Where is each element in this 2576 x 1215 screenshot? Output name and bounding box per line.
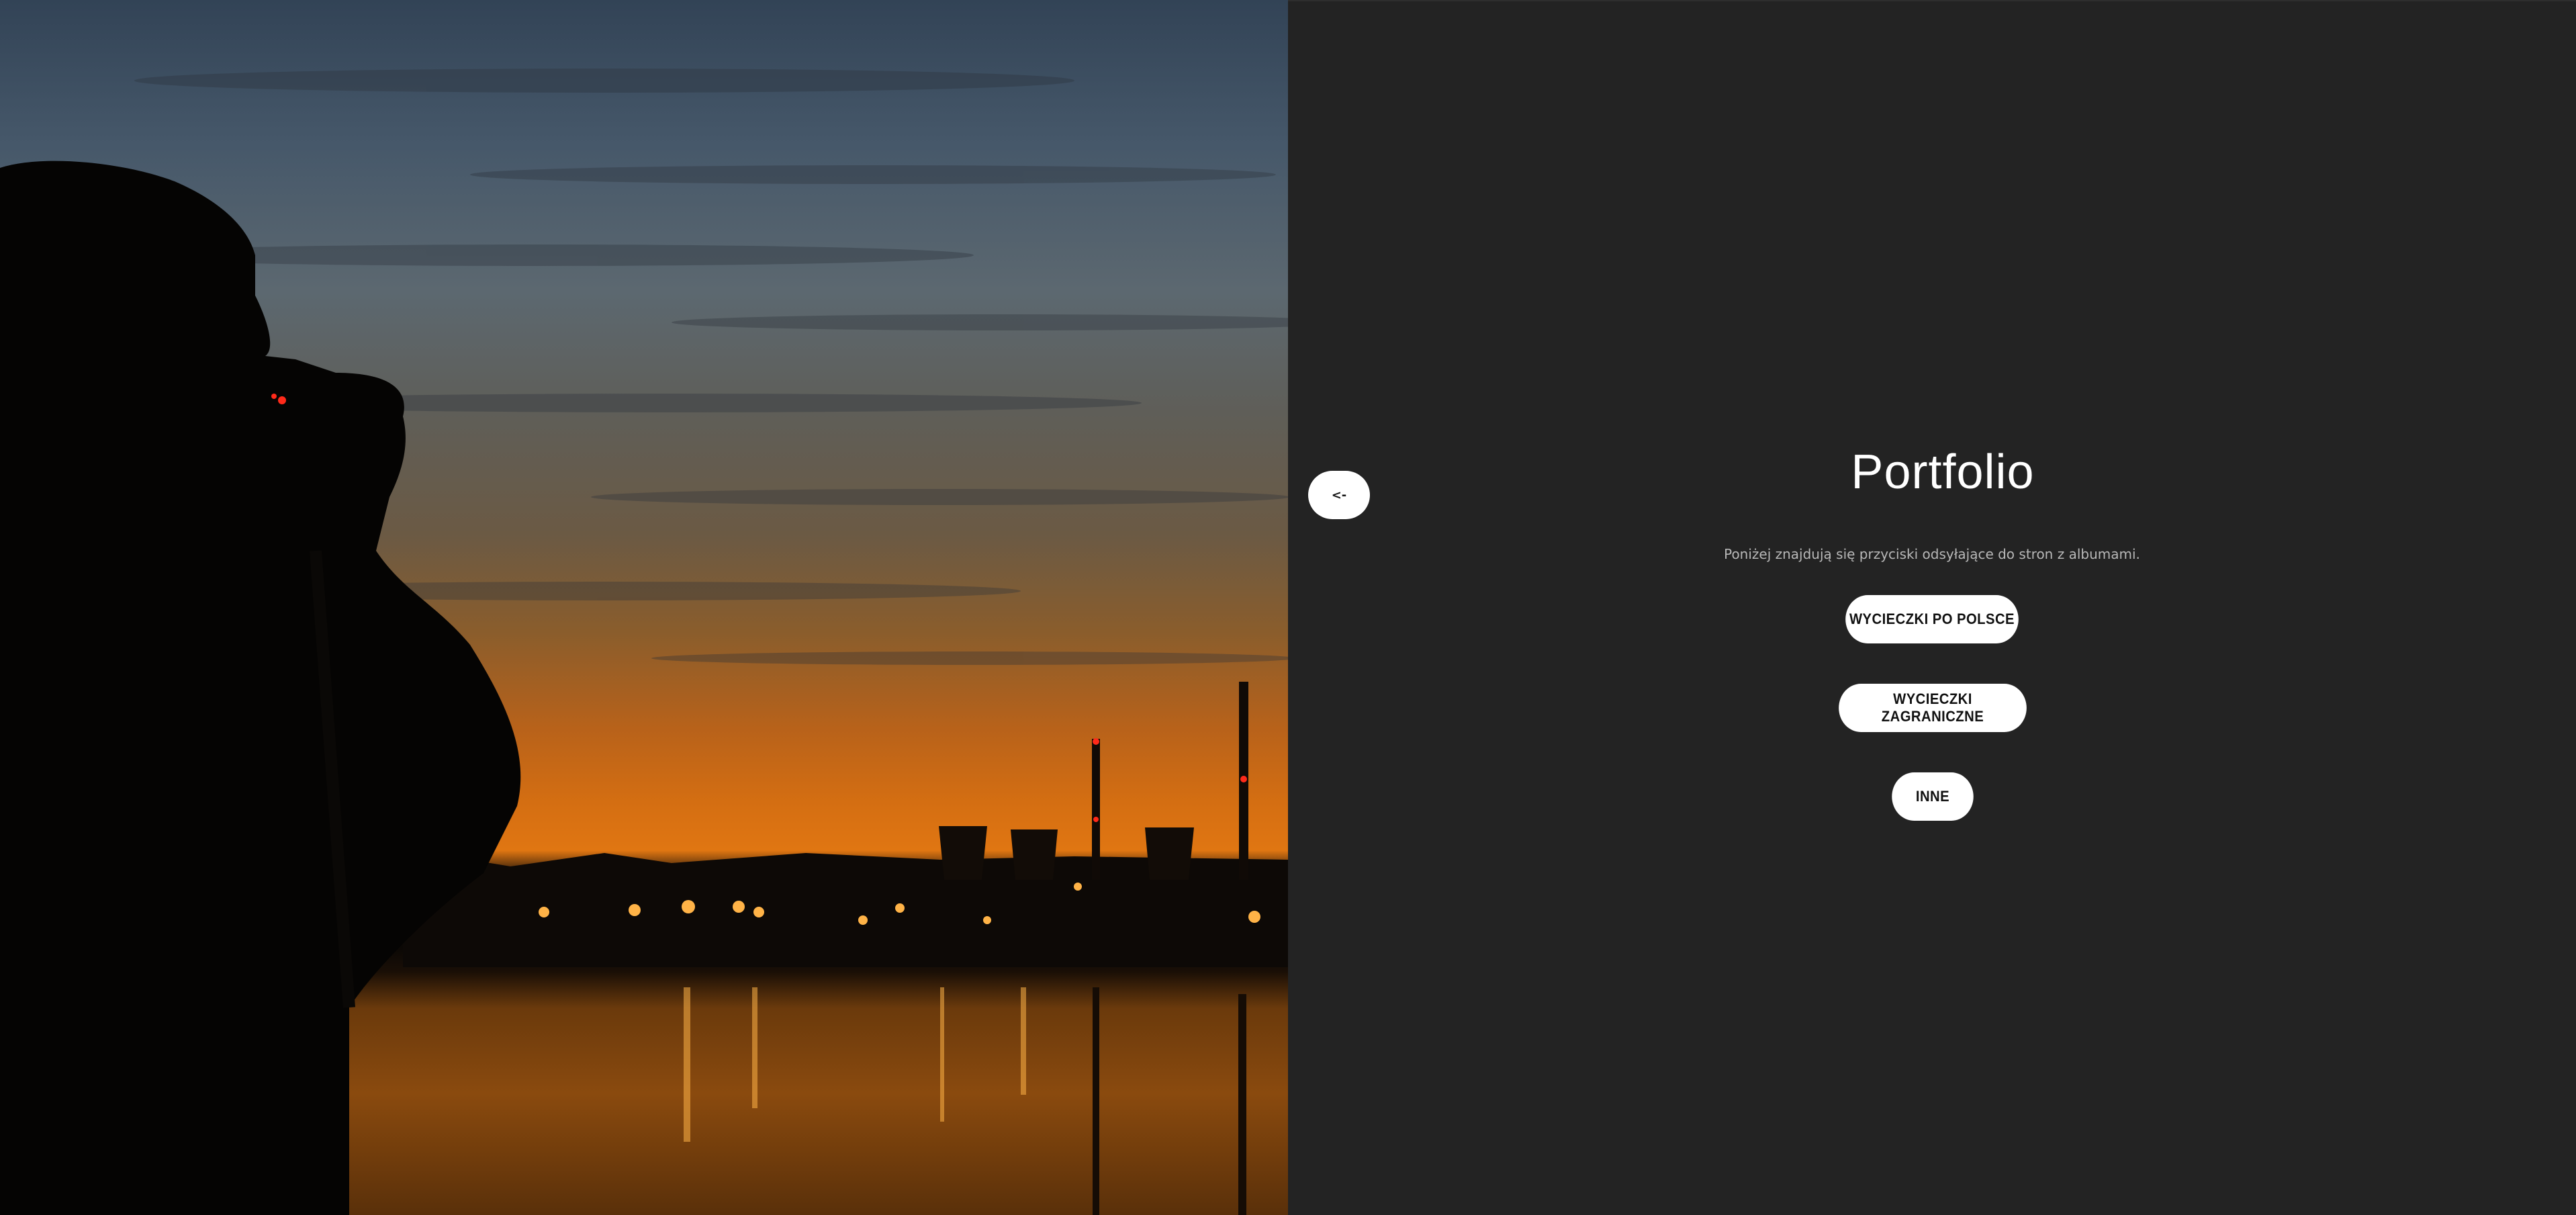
photo-illustration <box>0 69 1288 1215</box>
hero-photo-photographer-silhouette-sunset <box>0 0 1288 1215</box>
trips-poland-button[interactable]: WYCIECZKI PO POLSCE <box>1845 595 2019 643</box>
page: <- Portfolio Poniżej znajdują się przyci… <box>0 0 2576 1215</box>
other-albums-button[interactable]: INNE <box>1892 772 1974 821</box>
page-title: Portfolio <box>1851 445 2035 499</box>
trips-abroad-button[interactable]: WYCIECZKI ZAGRANICZNE <box>1839 684 2027 732</box>
page-subtitle: Poniżej znajdują się przyciski odsyłając… <box>1724 546 2140 562</box>
content-panel: <- Portfolio Poniżej znajdują się przyci… <box>1288 0 2576 1215</box>
